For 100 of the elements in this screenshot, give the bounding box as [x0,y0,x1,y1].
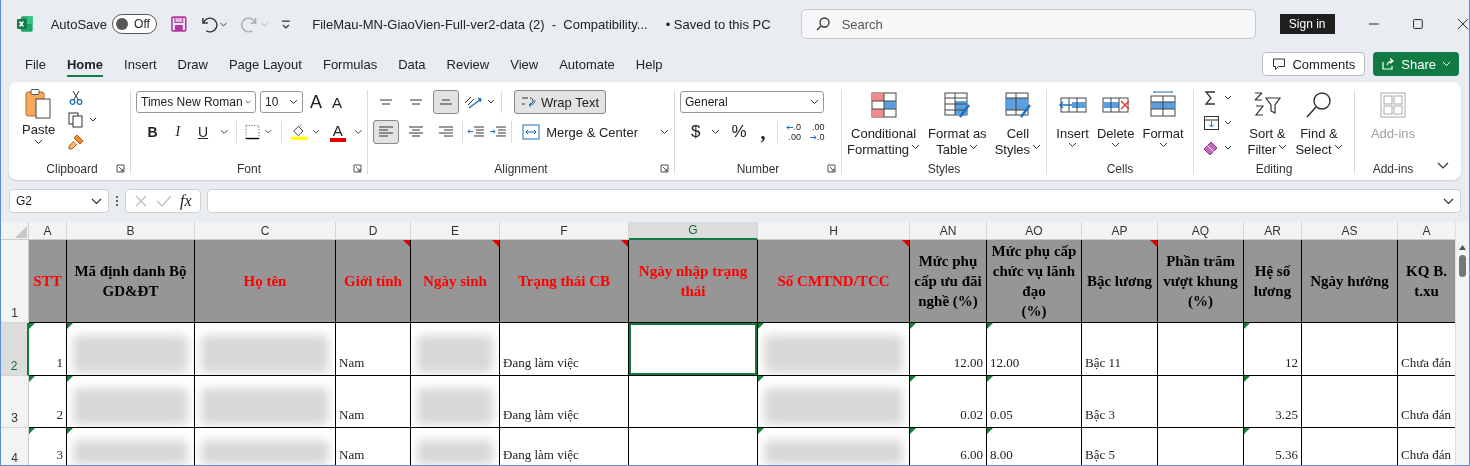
dialog-launcher-icon[interactable] [660,164,669,173]
column-header[interactable]: AN [910,222,987,240]
editing-button[interactable]: Sort & Filter [1245,90,1290,158]
sign-in-button[interactable]: Sign in [1279,14,1335,34]
eraser-icon[interactable] [1203,140,1234,156]
format-painter-icon[interactable] [68,134,85,150]
menu-tab[interactable]: Insert [114,52,167,76]
scissors-icon[interactable] [68,90,85,106]
caret-icon[interactable] [353,129,363,135]
customize-icon[interactable] [280,17,293,31]
menu-tab[interactable]: Draw [167,52,218,76]
autosave-toggle[interactable]: Off [112,14,157,34]
table-icon [942,90,973,120]
collapse-ribbon-icon[interactable] [1437,162,1449,170]
sum-icon[interactable] [1203,90,1234,106]
row-header[interactable]: 4 [1,428,29,465]
scrollbar-thumb[interactable] [1459,255,1466,277]
menu-tab[interactable]: Automate [549,52,625,76]
currency-button[interactable]: $ [688,122,704,142]
insert-function-button[interactable]: fx [180,192,192,210]
save-icon[interactable] [169,15,188,33]
cell-text: 8.00 [990,447,1013,463]
font-style-button[interactable]: B [144,124,162,140]
editing-button[interactable]: Find & Select [1293,90,1345,158]
menu-tab[interactable]: Help [625,52,673,76]
fill-color-icon[interactable] [289,123,322,141]
fill-down-icon[interactable] [1203,115,1234,131]
dialog-launcher-icon[interactable] [353,164,362,173]
save-status[interactable]: • Saved to this PC [665,16,771,32]
menu-tab[interactable]: Page Layout [218,52,312,76]
column-header[interactable]: G [629,222,758,240]
borders-icon[interactable] [244,124,273,140]
share-button[interactable]: Share [1373,52,1459,76]
cells-button[interactable]: Delete [1094,90,1137,148]
name-box[interactable]: G2 [9,189,109,213]
decimal-button[interactable]: .0 .00 [785,122,802,142]
decrease-indent-icon[interactable] [467,125,486,139]
column-header[interactable]: B [67,222,195,240]
column-header[interactable]: C [195,222,336,240]
column-header[interactable]: AO [987,222,1082,240]
font-name-dropdown[interactable]: Times New Roman [136,91,256,113]
column-header[interactable]: A [1398,222,1455,240]
vertical-align-button[interactable] [433,90,459,114]
cells-button[interactable]: Format [1140,90,1186,148]
grid-icon [1378,90,1408,120]
percent-button[interactable]: % [728,122,750,142]
menu-tab[interactable]: Formulas [312,52,388,76]
styles-button[interactable]: Format as Table [926,90,989,158]
cells-button[interactable]: Insert [1054,90,1091,148]
search-field[interactable]: Search [800,9,1256,39]
decrease-font-size-button[interactable]: A [329,93,346,111]
column-header[interactable]: H [758,222,910,240]
decimal-button[interactable]: .00 .0 [809,122,825,142]
column-header[interactable]: D [336,222,411,240]
comments-button[interactable]: Comments [1262,52,1366,76]
wrap-text-button[interactable]: Wrap Text [514,90,607,114]
check-icon[interactable] [156,194,172,208]
menu-tab[interactable]: View [500,52,549,76]
column-header[interactable]: AS [1302,222,1398,240]
cell-styles-icon [1002,90,1033,120]
menu-tab[interactable]: Home [56,52,114,76]
styles-button[interactable]: Cell Styles [992,90,1044,158]
merge-center-button[interactable]: Merge & Center [522,124,669,140]
styles-button[interactable]: Conditional Formatting [844,90,923,158]
number-format-dropdown[interactable]: General [680,91,824,113]
menu-tab[interactable]: File [15,52,56,76]
horizontal-align-button[interactable] [373,120,399,144]
paste-button[interactable]: Paste [19,88,59,158]
column-header[interactable]: F [500,222,629,240]
dialog-launcher-icon[interactable] [827,164,836,173]
maximize-icon[interactable] [1412,18,1425,30]
increase-font-size-button[interactable]: A [307,91,325,113]
increase-indent-icon[interactable] [489,125,508,139]
more-icon[interactable] [115,195,119,207]
vertical-scrollbar[interactable] [1455,222,1469,465]
row-header[interactable]: 2 [1,323,29,376]
column-header[interactable]: AP [1082,222,1158,240]
column-header[interactable]: AR [1244,222,1302,240]
cell-text: Chưa đán [1401,355,1451,371]
copy-icon[interactable] [68,112,99,128]
column-header[interactable]: AQ [1158,222,1244,240]
column-header[interactable]: A [29,222,67,240]
font-size-dropdown[interactable]: 10 [260,91,303,113]
caret-icon[interactable] [219,129,228,135]
row-header[interactable]: 3 [1,376,29,428]
menu-tab[interactable]: Review [436,52,500,76]
font-style-button[interactable]: I [169,124,187,140]
close-icon[interactable] [1457,18,1469,30]
formula-input[interactable] [206,189,1461,213]
cell-text: 0.02 [960,407,983,423]
column-header[interactable]: E [411,222,500,240]
cell-text: Chưa đán [1401,407,1451,423]
row-header[interactable]: 1 [1,240,29,323]
caret-icon[interactable] [711,129,721,135]
scroll-up-icon[interactable] [1458,244,1467,251]
menu-tab[interactable]: Data [388,52,436,76]
font-color-button[interactable]: A [329,122,346,142]
column-title: Giới tính [344,272,402,291]
dialog-launcher-icon[interactable] [116,164,125,173]
font-style-button[interactable]: U [194,124,212,140]
